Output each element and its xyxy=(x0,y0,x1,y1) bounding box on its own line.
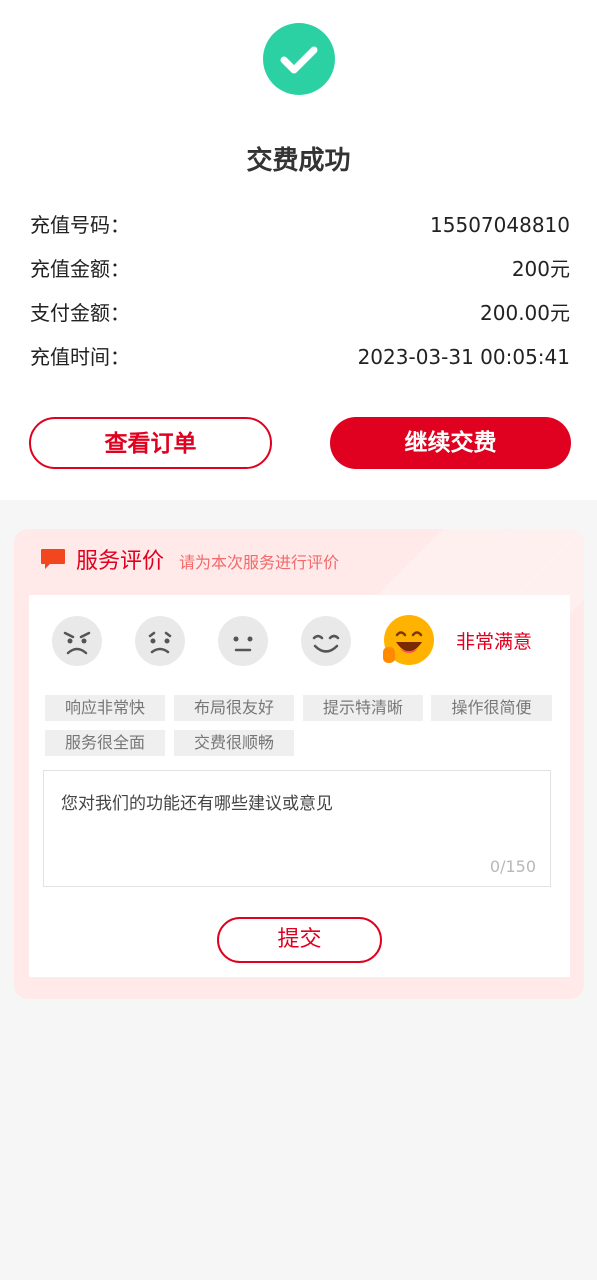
info-label: 支付金额： xyxy=(30,301,130,325)
submit-button[interactable]: 提交 xyxy=(217,917,382,963)
info-label: 充值号码： xyxy=(30,213,130,237)
tag-chip[interactable]: 布局很友好 xyxy=(174,695,294,721)
info-label: 充值时间： xyxy=(30,345,130,369)
info-value: 15507048810 xyxy=(430,213,570,237)
evaluation-subtitle: 请为本次服务进行评价 xyxy=(179,553,340,572)
feedback-input[interactable]: 您对我们的功能还有哪些建议或意见 0/150 xyxy=(43,770,551,887)
evaluation-card: 服务评价 请为本次服务进行评价 非常满意 响应非常快 布局很友好 提示特清晰 操… xyxy=(14,529,584,999)
tag-chip[interactable]: 提示特清晰 xyxy=(303,695,423,721)
result-section: 交费成功 充值号码： 15507048810 充值金额： 200元 支付金额： … xyxy=(0,0,597,500)
tag-chip[interactable]: 服务很全面 xyxy=(45,730,165,756)
info-row-paid: 支付金额： 200.00元 xyxy=(30,298,570,328)
tag-chip[interactable]: 操作很简便 xyxy=(431,695,552,721)
info-label: 充值金额： xyxy=(30,257,130,281)
frown-face-icon[interactable] xyxy=(134,615,186,667)
grin-face-icon[interactable] xyxy=(382,615,434,667)
page-title: 交费成功 xyxy=(246,146,351,176)
evaluation-title: 服务评价 xyxy=(76,549,165,574)
rating-label: 非常满意 xyxy=(456,631,533,653)
info-row-amount: 充值金额： 200元 xyxy=(30,254,570,284)
info-row-phone: 充值号码： 15507048810 xyxy=(30,210,570,240)
angry-face-icon[interactable] xyxy=(51,615,103,667)
info-row-time: 充值时间： 2023-03-31 00:05:41 xyxy=(30,342,570,372)
tag-chip[interactable]: 响应非常快 xyxy=(45,695,165,721)
view-order-button[interactable]: 查看订单 xyxy=(29,417,272,469)
neutral-face-icon[interactable] xyxy=(217,615,269,667)
feedback-placeholder: 您对我们的功能还有哪些建议或意见 xyxy=(61,794,333,814)
check-circle-icon xyxy=(263,23,335,95)
message-icon xyxy=(41,549,65,569)
character-counter: 0/150 xyxy=(489,857,536,876)
info-value: 200元 xyxy=(511,257,570,281)
evaluation-panel: 非常满意 响应非常快 布局很友好 提示特清晰 操作很简便 服务很全面 交费很顺畅… xyxy=(29,595,570,977)
info-value: 2023-03-31 00:05:41 xyxy=(357,345,570,369)
tag-chip[interactable]: 交费很顺畅 xyxy=(174,730,294,756)
smile-face-icon[interactable] xyxy=(300,615,352,667)
info-value: 200.00元 xyxy=(480,301,570,325)
continue-pay-button[interactable]: 继续交费 xyxy=(330,417,571,469)
